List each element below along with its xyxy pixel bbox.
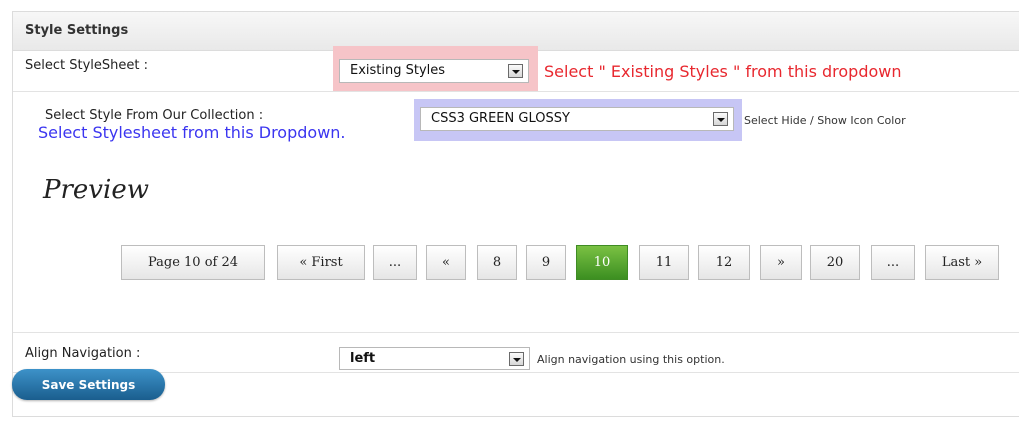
pagination-page-9[interactable]: 9 (526, 245, 566, 280)
chevron-down-icon[interactable] (713, 112, 728, 126)
pagination-next-button[interactable]: » (760, 245, 802, 280)
stylesheet-label: Select StyleSheet : (25, 58, 148, 73)
collection-select[interactable]: CSS3 GREEN GLOSSY (420, 107, 734, 131)
divider (13, 372, 1019, 373)
divider (13, 91, 1019, 92)
collection-select-value: CSS3 GREEN GLOSSY (431, 111, 570, 126)
align-navigation-select-value: left (350, 351, 376, 366)
pagination-page-11[interactable]: 11 (639, 245, 689, 280)
stylesheet-annotation: Select " Existing Styles " from this dro… (544, 62, 902, 81)
chevron-down-icon[interactable] (509, 352, 524, 366)
panel-title: Style Settings (25, 23, 129, 38)
align-navigation-label: Align Navigation : (25, 346, 141, 361)
save-settings-button[interactable]: Save Settings (12, 369, 165, 400)
pagination-page-8[interactable]: 8 (477, 245, 517, 280)
pagination-page-20[interactable]: 20 (810, 245, 860, 280)
pagination-ellipsis: ... (871, 245, 915, 280)
collection-label: Select Style From Our Collection : (45, 108, 264, 123)
icon-color-label: Select Hide / Show Icon Color (744, 114, 906, 127)
pagination-prev-button[interactable]: « (426, 245, 466, 280)
pagination-page-12[interactable]: 12 (698, 245, 750, 280)
stylesheet-select-value: Existing Styles (350, 63, 446, 78)
chevron-down-icon[interactable] (508, 64, 523, 78)
align-navigation-select[interactable]: left (339, 347, 530, 370)
style-settings-panel: Style Settings Select StyleSheet : Exist… (12, 11, 1019, 417)
pagination-page-info: Page 10 of 24 (121, 245, 265, 280)
pagination-first-button[interactable]: « First (277, 245, 365, 280)
pagination-ellipsis: ... (373, 245, 417, 280)
preview-heading: Preview (43, 175, 149, 205)
pagination-page-10-current[interactable]: 10 (576, 245, 628, 280)
align-navigation-hint: Align navigation using this option. (537, 353, 725, 366)
collection-annotation: Select Stylesheet from this Dropdown. (38, 123, 346, 142)
stylesheet-select[interactable]: Existing Styles (339, 59, 529, 83)
divider (13, 332, 1019, 333)
pagination-last-button[interactable]: Last » (925, 245, 999, 280)
